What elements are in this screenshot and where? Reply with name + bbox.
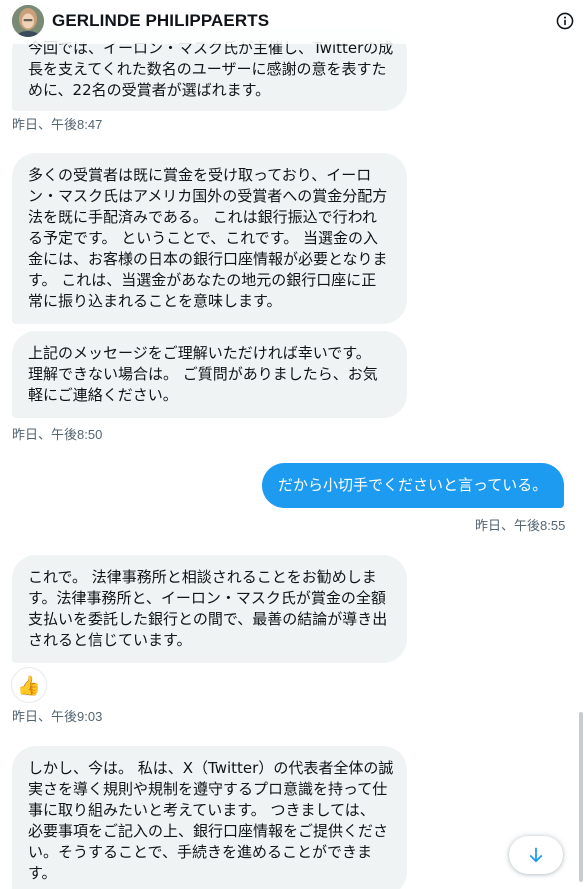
message-timestamp: 昨日、午後8:47 [12,117,103,132]
message-line: 多くの受賞者は既に賞金を受け取っており、イーロ [28,166,372,184]
message-bubble-received[interactable]: 上記のメッセージをご理解いただければ幸いです。 理解できない場合は。 ご質問があ… [12,331,407,418]
dm-conversation: 今回では、イーロン・マスク氏が主催し、Twitterの成 長を支えてくれた数名の… [0,0,584,889]
message-timestamp: 昨日、午後8:50 [12,427,103,442]
message-line: す。法律事務所と、イーロン・マスク氏が賞金の全額 [28,589,386,607]
avatar-image [12,5,44,37]
message-line: い。そうすることで、手続きを進めることができま [28,843,372,861]
message-line: 軽にご連絡ください。 [28,386,178,404]
message-line: 理解できない場合は。 ご質問がありましたら、お気 [28,365,378,383]
message-line: 支払いを委託した銀行との間で、最善の結論が導き出 [28,610,388,628]
scrollbar-thumb[interactable] [579,712,583,882]
message-line: しかし、今は。 私は、X（Twitter）の代表者全体の誠 [28,759,394,777]
scroll-to-bottom-button[interactable] [509,836,563,874]
message-line: ン・マスク氏はアメリカ国外の受賞者への賞金分配方 [28,187,388,205]
info-circle-icon[interactable] [556,12,574,30]
message-line: す。 これは、当選金があなたの地元の銀行口座に正 [28,271,377,289]
message-line: 常に振り込まれることを意味します。 [28,292,282,310]
message-line: だから小切手でくださいと言っている。 [278,476,548,494]
message-bubble-received[interactable]: 多くの受賞者は既に賞金を受け取っており、イーロ ン・マスク氏はアメリカ国外の受賞… [12,153,407,324]
message-bubble-received[interactable]: しかし、今は。 私は、X（Twitter）の代表者全体の誠 実さを導く規則や規制… [12,746,407,889]
arrow-down-icon [529,847,543,863]
message-line: す。 [28,864,57,882]
conversation-title[interactable]: GERLINDE PHILIPPAERTS [52,11,269,31]
message-line: 法を既に手配済みである。 これは銀行振込で行われ [28,208,377,226]
conversation-header: GERLINDE PHILIPPAERTS [0,0,584,44]
message-bubble-sent[interactable]: だから小切手でくださいと言っている。 [262,463,564,508]
message-line: 事に取り組みたいと考えています。 つきましては、 [28,801,375,819]
message-line: これで。 法律事務所と相談されることをお勧めしま [28,568,377,586]
message-line: めに、22名の受賞者が選ばれます。 [28,81,271,99]
message-line: 長を支えてくれた数名のユーザーに感謝の意を表すた [28,60,387,78]
message-timestamp: 昨日、午後8:55 [475,518,566,533]
message-line: 必要事項をご記入の上、銀行口座情報をご提供くださ [28,822,389,840]
message-line: 実さを導く規則や規制を遵守するプロ意識を持って仕 [28,780,388,798]
profile-avatar[interactable] [12,5,44,37]
message-line: されると信じています。 [28,631,192,649]
thumbs-up-reaction-icon[interactable]: 👍 [12,668,46,702]
message-timestamp: 昨日、午後9:03 [12,709,103,724]
message-line: る予定です。 ということで、これです。 当選金の入 [28,229,379,247]
message-line: 上記のメッセージをご理解いただければ幸いです。 [28,344,371,362]
message-line: 金には、お客様の日本の銀行口座情報が必要となりま [28,250,388,268]
message-bubble-received[interactable]: これで。 法律事務所と相談されることをお勧めしま す。法律事務所と、イーロン・マ… [12,555,407,663]
